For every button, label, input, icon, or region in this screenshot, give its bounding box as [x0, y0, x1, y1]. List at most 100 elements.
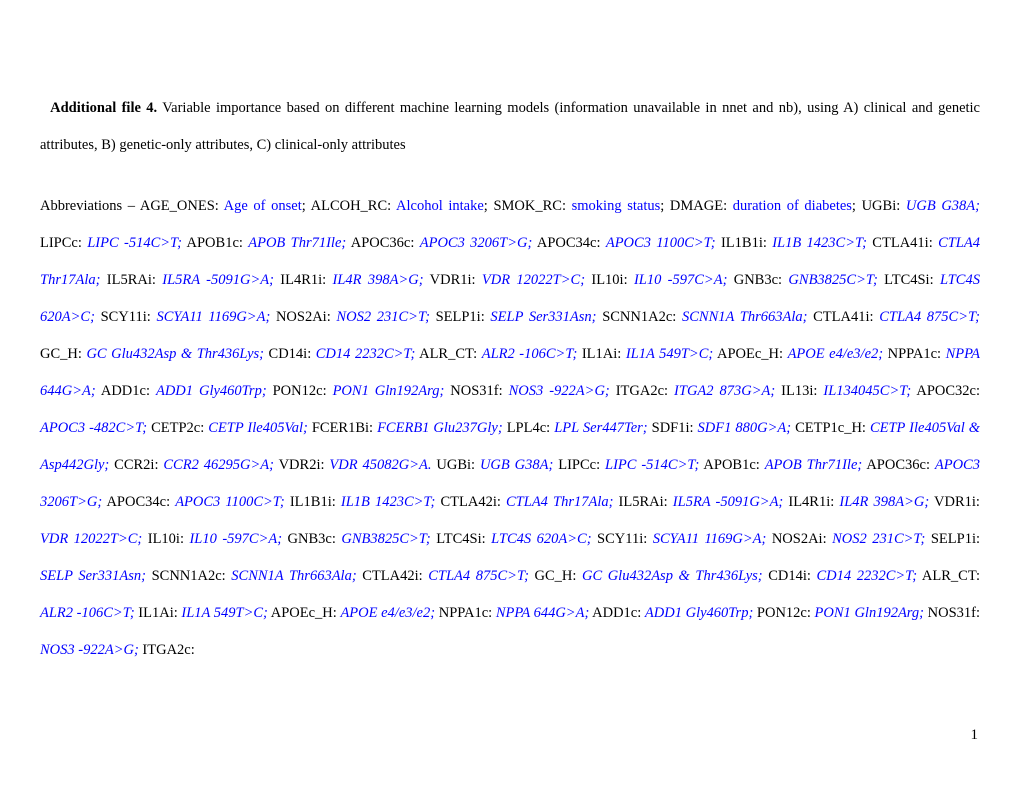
il1ai-label: IL1Ai:	[577, 346, 626, 362]
il13i-link[interactable]: IL134045C>T;	[823, 383, 911, 399]
add1c-link[interactable]: ADD1 Gly460Trp;	[156, 383, 267, 399]
apob1c2-label: APOB1c:	[699, 457, 764, 473]
alrct2-label: ALR_CT:	[917, 568, 980, 584]
ltc4si2-link[interactable]: LTC4S 620A>C;	[491, 531, 591, 547]
cetp1ch-label: CETP1c_H:	[791, 420, 870, 436]
scnn1a2c-link[interactable]: SCNN1A Thr663Ala;	[682, 309, 807, 325]
il5rai-label: IL5RAi:	[100, 272, 162, 288]
itga2c2-label: ITGA2c:	[139, 642, 195, 658]
title-paragraph: Additional file 4. Variable importance b…	[40, 90, 980, 164]
vdr1i-label: VDR1i:	[424, 272, 482, 288]
selp1i2-label: SELP1i:	[925, 531, 980, 547]
ugbi-link[interactable]: UGB G38A;	[906, 198, 980, 214]
apoech2-label: APOEc_H:	[268, 605, 341, 621]
il5rai2-label: IL5RAi:	[613, 494, 672, 510]
ugbi2-link[interactable]: UGB G38A;	[480, 457, 553, 473]
ltc4si2-label: LTC4Si:	[431, 531, 491, 547]
apoc34c2-link[interactable]: APOC3 1100C>T;	[175, 494, 285, 510]
pon12c2-link[interactable]: PON1 Gln192Arg;	[815, 605, 924, 621]
nppa1c2-link[interactable]: NPPA 644G>A;	[496, 605, 589, 621]
ctla42i2-link[interactable]: CTLA4 875C>T;	[428, 568, 529, 584]
title-rest: Variable importance based on different m…	[40, 100, 980, 153]
gch-link[interactable]: GC Glu432Asp & Thr436Lys;	[86, 346, 264, 362]
il1b1i2-label: IL1B1i:	[285, 494, 341, 510]
lipcc-link[interactable]: LIPC -514C>T;	[87, 235, 182, 251]
lpl4c-link[interactable]: LPL Ser447Ter;	[554, 420, 647, 436]
add1c2-link[interactable]: ADD1 Gly460Trp;	[645, 605, 753, 621]
selp1i-link[interactable]: SELP Ser331Asn;	[490, 309, 596, 325]
nos31f2-link[interactable]: NOS3 -922A>G;	[40, 642, 139, 658]
il4r1i2-link[interactable]: IL4R 398A>G;	[839, 494, 929, 510]
smoking-link[interactable]: smoking status	[572, 198, 661, 214]
pon12c-link[interactable]: PON1 Gln192Arg;	[333, 383, 445, 399]
vdr1i2-label: VDR1i:	[929, 494, 980, 510]
gch-label: GC_H:	[40, 346, 86, 362]
gnb3c-label: GNB3c:	[727, 272, 788, 288]
ccr2i-link[interactable]: CCR2 46295G>A;	[163, 457, 274, 473]
il1b1i2-link[interactable]: IL1B 1423C>T;	[341, 494, 436, 510]
apob1c-link[interactable]: APOB Thr71Ile;	[248, 235, 346, 251]
scy11i2-link[interactable]: SCYA11 1169G>A;	[653, 531, 767, 547]
dmage-label: ; DMAGE:	[660, 198, 733, 214]
apoc36c-link[interactable]: APOC3 3206T>G;	[420, 235, 533, 251]
lpl4c-label: LPL4c:	[503, 420, 554, 436]
apoc32c-link[interactable]: APOC3 -482C>T;	[40, 420, 147, 436]
apoc34c-link[interactable]: APOC3 1100C>T;	[606, 235, 716, 251]
il5rai2-link[interactable]: IL5RA -5091G>A;	[673, 494, 783, 510]
nos2ai2-link[interactable]: NOS2 231C>T;	[832, 531, 925, 547]
ctla42i-link[interactable]: CTLA4 Thr17Ala;	[506, 494, 613, 510]
age-onset-link[interactable]: Age of onset	[224, 198, 302, 214]
apoc34c2-label: APOC34c:	[102, 494, 175, 510]
alcohol-link[interactable]: Alcohol intake	[396, 198, 484, 214]
il1ai2-link[interactable]: IL1A 549T>C;	[181, 605, 267, 621]
lipcc2-link[interactable]: LIPC -514C>T;	[605, 457, 699, 473]
itga2c-link[interactable]: ITGA2 873G>A;	[674, 383, 775, 399]
apoc34c-label: APOC34c:	[532, 235, 606, 251]
cd14i2-link[interactable]: CD14 2232C>T;	[816, 568, 917, 584]
apob1c2-link[interactable]: APOB Thr71Ile;	[765, 457, 863, 473]
nos2ai-label: NOS2Ai:	[270, 309, 336, 325]
title-label: Additional file 4.	[50, 100, 157, 116]
il10i-link[interactable]: IL10 -597C>A;	[634, 272, 727, 288]
gch2-label: GC_H:	[529, 568, 582, 584]
apoech-link[interactable]: APOE e4/e3/e2;	[788, 346, 884, 362]
alrct2-link[interactable]: ALR2 -106C>T;	[40, 605, 135, 621]
nos31f-link[interactable]: NOS3 -922A>G;	[509, 383, 610, 399]
cd14i-label: CD14i:	[264, 346, 316, 362]
pon12c2-label: PON12c:	[753, 605, 814, 621]
scnn1a2c2-link[interactable]: SCNN1A Thr663Ala;	[231, 568, 356, 584]
selp1i2-link[interactable]: SELP Ser331Asn;	[40, 568, 146, 584]
vdr1i-link[interactable]: VDR 12022T>C;	[482, 272, 585, 288]
cd14i-link[interactable]: CD14 2232C>T;	[316, 346, 416, 362]
il13i-label: IL13i:	[775, 383, 823, 399]
nppa1c2-label: NPPA1c:	[435, 605, 496, 621]
ccr2i-label: CCR2i:	[109, 457, 163, 473]
il1b1i-link[interactable]: IL1B 1423C>T;	[772, 235, 867, 251]
ctla41i2-link[interactable]: CTLA4 875C>T;	[879, 309, 980, 325]
il1ai-link[interactable]: IL1A 549T>C;	[626, 346, 713, 362]
nos31f2-label: NOS31f:	[924, 605, 980, 621]
nppa1c-label: NPPA1c:	[883, 346, 946, 362]
duration-link[interactable]: duration of diabetes	[733, 198, 852, 214]
apoech2-link[interactable]: APOE e4/e3/e2;	[340, 605, 435, 621]
alrct-link[interactable]: ALR2 -106C>T;	[482, 346, 578, 362]
gnb3c-link[interactable]: GNB3825C>T;	[788, 272, 877, 288]
gch2-link[interactable]: GC Glu432Asp & Thr436Lys;	[582, 568, 763, 584]
abbreviations-paragraph: Abbreviations – AGE_ONES: Age of onset; …	[40, 188, 980, 669]
ctla41i-label: CTLA41i:	[867, 235, 938, 251]
il4r1i-label: IL4R1i:	[274, 272, 333, 288]
document-body: Additional file 4. Variable importance b…	[40, 90, 980, 669]
il10i2-link[interactable]: IL10 -597C>A;	[189, 531, 282, 547]
vdr2i-link[interactable]: VDR 45082G>A.	[329, 457, 431, 473]
gnb3c2-label: GNB3c:	[282, 531, 341, 547]
il5rai-link[interactable]: IL5RA -5091G>A;	[162, 272, 274, 288]
scy11i-link[interactable]: SCYA11 1169G>A;	[156, 309, 270, 325]
sdf1i-link[interactable]: SDF1 880G>A;	[698, 420, 792, 436]
itga2c-label: ITGA2c:	[610, 383, 674, 399]
il4r1i-link[interactable]: IL4R 398A>G;	[333, 272, 424, 288]
fcer1bi-link[interactable]: FCERB1 Glu237Gly;	[377, 420, 503, 436]
nos2ai-link[interactable]: NOS2 231C>T;	[336, 309, 429, 325]
gnb3c2-link[interactable]: GNB3825C>T;	[341, 531, 430, 547]
vdr1i2-link[interactable]: VDR 12022T>C;	[40, 531, 142, 547]
cetp2c-link[interactable]: CETP Ile405Val;	[208, 420, 308, 436]
